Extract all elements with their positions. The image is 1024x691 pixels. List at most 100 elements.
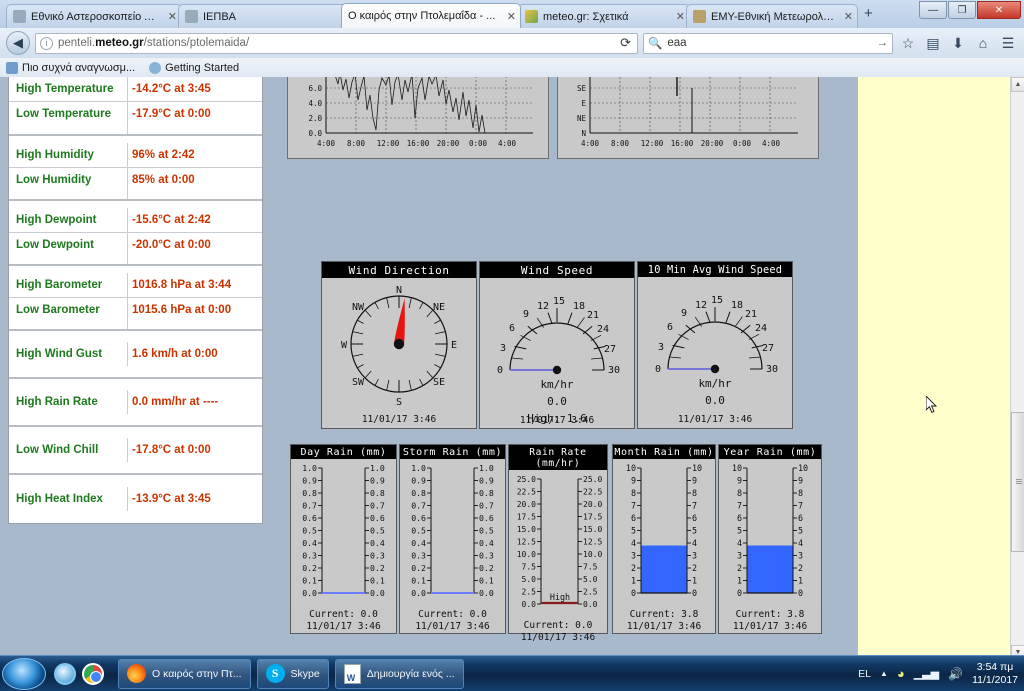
svg-text:4:00: 4:00 — [317, 139, 336, 148]
bookmark-label: Getting Started — [165, 61, 240, 74]
svg-text:2.5: 2.5 — [522, 588, 537, 597]
taskbar-item-word[interactable]: Δημιουργία ενός ... — [334, 658, 464, 689]
close-button[interactable]: ✕ — [977, 1, 1021, 19]
reload-icon[interactable]: ⟳ — [620, 35, 633, 51]
svg-text:8: 8 — [631, 488, 636, 498]
gauge-unit: km/hr — [540, 378, 574, 391]
svg-text:9: 9 — [692, 476, 697, 486]
minimize-button[interactable]: — — [919, 1, 947, 19]
start-button[interactable] — [2, 657, 46, 690]
svg-text:0.5: 0.5 — [411, 526, 426, 536]
tab-label: ΕΜΥ-Εθνική Μετεωρολογι.. — [711, 10, 838, 23]
compass-w-label: W — [341, 340, 348, 351]
svg-text:5.0: 5.0 — [522, 575, 537, 584]
downloads-icon[interactable]: ⬇ — [948, 33, 968, 53]
antivirus-icon[interactable]: ◕ — [897, 666, 905, 681]
rain-rate-high-label: High — [550, 592, 570, 602]
volume-icon[interactable]: 🔊 — [948, 667, 963, 681]
table-row: Low Humidity 85% at 0:00 — [9, 168, 262, 201]
gauge-title: Wind Direction — [322, 262, 476, 278]
svg-text:20:00: 20:00 — [437, 139, 460, 148]
svg-text:20:00: 20:00 — [701, 139, 724, 148]
svg-text:22.5: 22.5 — [517, 488, 536, 497]
bookmark-star-icon[interactable]: ☆ — [898, 33, 918, 53]
bookmark-most-visited[interactable]: Πιο συχνά αναγνωσμ... — [6, 61, 135, 74]
record-label: Low Wind Chill — [9, 438, 128, 462]
svg-text:E: E — [581, 99, 586, 108]
new-tab-button[interactable]: + — [864, 6, 873, 21]
taskbar-item-skype[interactable]: S Skype — [256, 658, 329, 689]
record-label: Low Barometer — [9, 298, 128, 329]
home-icon[interactable]: ⌂ — [973, 33, 993, 53]
records-table: High Temperature -14.2°C at 3:45 Low Tem… — [8, 77, 263, 524]
svg-text:0.6: 0.6 — [411, 513, 426, 523]
wind-speed-history-chart: 6.0 4.0 2.0 0.0 4:00 8:00 12:00 16:00 20:00 0:… — [287, 77, 549, 159]
tab-favicon-icon — [185, 10, 198, 23]
tab-favicon-icon — [525, 10, 538, 23]
scroll-up-arrow-icon[interactable]: ▲ — [1011, 77, 1024, 92]
compass-se-label: SE — [433, 377, 445, 388]
search-bar[interactable]: 🔍 eaa → — [643, 32, 893, 54]
menu-icon[interactable]: ☰ — [998, 33, 1018, 53]
svg-text:0.5: 0.5 — [302, 526, 317, 536]
browser-tab-2[interactable]: ΙΕΠΒΑ ✕ — [178, 4, 354, 28]
language-indicator[interactable]: EL — [858, 668, 871, 680]
svg-text:10.0: 10.0 — [517, 550, 536, 559]
wind-direction-gauge: Wind Direction N S W E NE SE NW SW 11/01… — [321, 261, 477, 429]
browser-tab-3-active[interactable]: Ο καιρός στην Πτολεμαΐδα - ... ✕ — [341, 3, 521, 28]
gauge-timestamp: 11/01/17 3:46 — [361, 414, 437, 425]
internet-explorer-icon[interactable] — [54, 662, 76, 685]
svg-text:0.4: 0.4 — [479, 538, 494, 548]
record-label: High Dewpoint — [9, 208, 128, 232]
record-label: Low Humidity — [9, 168, 128, 199]
svg-text:0: 0 — [692, 588, 697, 598]
scrollbar-thumb[interactable] — [1011, 412, 1024, 552]
chrome-icon[interactable] — [82, 662, 104, 685]
restore-button[interactable]: ❐ — [948, 1, 976, 19]
svg-text:18: 18 — [573, 301, 585, 312]
svg-text:8:00: 8:00 — [347, 139, 366, 148]
svg-text:8: 8 — [692, 488, 697, 498]
taskbar-clock[interactable]: 3:54 πμ 11/1/2017 — [972, 661, 1018, 687]
svg-text:15: 15 — [711, 295, 723, 306]
windows-taskbar: Ο καιρός στην Πτ... S Skype Δημιουργία ε… — [0, 655, 1024, 691]
svg-text:0.0: 0.0 — [583, 600, 598, 609]
tab-close-icon[interactable]: ✕ — [676, 10, 685, 23]
svg-text:1: 1 — [798, 576, 803, 586]
svg-text:0.9: 0.9 — [302, 476, 317, 486]
svg-text:5.0: 5.0 — [583, 575, 598, 584]
svg-text:0.0: 0.0 — [522, 600, 537, 609]
compass-n-label: N — [396, 285, 402, 296]
record-label: High Temperature — [9, 77, 128, 101]
svg-text:24: 24 — [755, 323, 767, 334]
tab-close-icon[interactable]: ✕ — [168, 10, 177, 23]
taskbar-item-firefox[interactable]: Ο καιρός στην Πτ... — [118, 658, 251, 689]
bookmark-folder-icon — [6, 61, 18, 74]
search-input-value[interactable]: eaa — [667, 37, 686, 49]
tab-close-icon[interactable]: ✕ — [507, 10, 516, 23]
address-bar[interactable]: i penteli.meteo.gr/stations/ptolemaida/ … — [35, 32, 638, 54]
site-info-icon[interactable]: i — [40, 36, 53, 50]
network-icon[interactable]: ▁▃▅ — [914, 667, 939, 680]
tab-close-icon[interactable]: ✕ — [844, 10, 853, 23]
page-scrollbar[interactable]: ▲ ▼ — [1010, 77, 1024, 660]
back-button[interactable]: ◀ — [6, 31, 30, 55]
search-go-icon[interactable]: → — [877, 37, 889, 49]
svg-text:15.0: 15.0 — [583, 525, 602, 534]
svg-text:S: S — [581, 77, 586, 78]
svg-text:3: 3 — [798, 551, 803, 561]
rain-svg: 1098 765 432 10 1098 765 432 10 — [719, 459, 821, 609]
rain-footer: Current: 0.0 11/01/17 3:46 — [291, 609, 396, 635]
bookmark-getting-started[interactable]: Getting Started — [149, 61, 240, 74]
system-tray: EL ▲ ◕ ▁▃▅ 🔊 3:54 πμ 11/1/2017 — [858, 661, 1024, 687]
reader-icon[interactable]: ▤ — [923, 33, 943, 53]
svg-text:0: 0 — [737, 588, 742, 598]
record-value: 1.6 km/h at 0:00 — [132, 348, 218, 360]
svg-text:12: 12 — [537, 301, 549, 312]
svg-text:0.0: 0.0 — [411, 588, 426, 598]
show-hidden-icons-icon[interactable]: ▲ — [880, 669, 888, 678]
browser-tab-4[interactable]: meteo.gr: Σχετικά ✕ — [518, 4, 690, 28]
browser-tab-5[interactable]: ΕΜΥ-Εθνική Μετεωρολογι.. ✕ — [686, 4, 858, 28]
browser-tab-1[interactable]: Εθνικό Αστεροσκοπείο Αθ... ✕ — [6, 4, 182, 28]
rain-gauge-rate: Rain Rate (mm/hr) 25.0 22.5 20.0 17.5 15… — [508, 444, 608, 643]
